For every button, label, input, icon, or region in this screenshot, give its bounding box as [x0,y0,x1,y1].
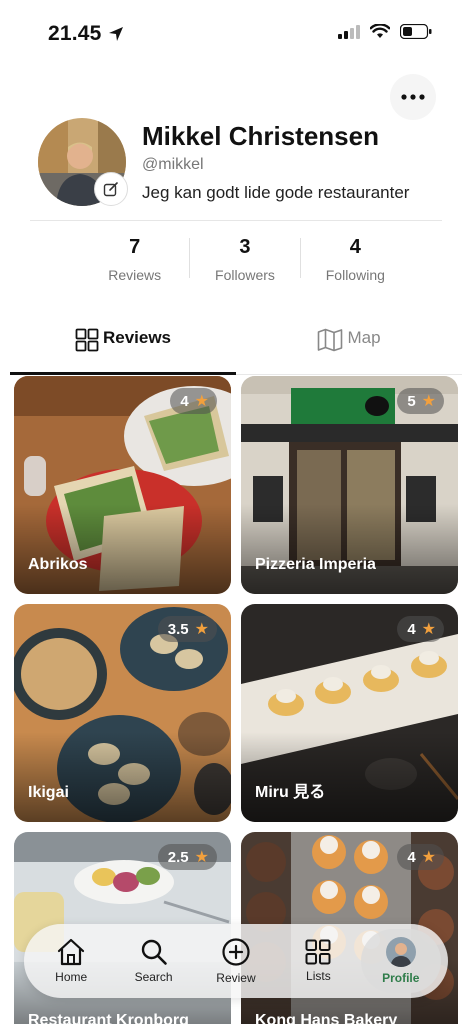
review-card-title: Abrikos [28,556,88,573]
review-card-pizzeria-imperia[interactable]: 5 ★ Pizzeria Imperia [241,376,458,594]
tabbar-home[interactable]: Home [31,929,111,993]
stat-followers-value: 3 [239,236,251,258]
header-divider [30,220,442,221]
status-time: 21.45 [48,22,124,46]
location-arrow-icon [108,27,123,41]
review-card-miru[interactable]: 4 ★ Miru 見る [241,604,458,822]
bottom-tab-bar: Home Search Review Lists Profile [24,924,448,998]
tabbar-search[interactable]: Search [114,929,194,993]
profile-bio: Jeg kan godt lide gode restauranter [142,183,410,202]
map-icon [318,328,343,352]
tabbar-lists[interactable]: Lists [278,929,358,993]
star-icon: ★ [194,393,209,410]
rating-value: 5 [407,392,416,410]
rating-badge: 4 ★ [397,616,444,642]
tabbar-profile-label: Profile [382,971,420,985]
card-shade [241,732,458,822]
home-icon [58,938,85,966]
review-card-title: Miru 見る [255,784,326,801]
status-icons [338,24,432,39]
stat-following[interactable]: 4 Following [301,236,410,286]
profile-handle: @mikkel [142,156,204,173]
grid-icon [305,939,331,965]
tabbar-review[interactable]: Review [196,929,276,993]
ellipsis-icon [401,94,425,100]
rating-value: 4 [407,620,416,638]
review-card-title: Ikigai [28,784,69,801]
more-options-button[interactable] [390,74,436,120]
tab-active-indicator [10,372,236,375]
stat-reviews-label: Reviews [108,267,162,283]
cellular-signal-icon [338,24,360,39]
profile-name: Mikkel Christensen [142,121,379,151]
star-icon: ★ [194,849,209,866]
status-bar: 21.45 [0,0,472,70]
rating-badge: 2.5 ★ [157,844,217,870]
avatar-photo [385,937,416,967]
card-shade [14,504,231,594]
stat-followers-label: Followers [215,267,275,283]
profile-tabs: Reviews Map [10,322,462,376]
tabbar-review-label: Review [216,971,256,985]
tabbar-profile[interactable]: Profile [360,929,441,993]
tabbar-lists-label: Lists [306,969,331,983]
star-icon: ★ [421,393,436,410]
rating-value: 3.5 [167,620,189,638]
profile-avatar-container [38,118,128,206]
stat-followers[interactable]: 3 Followers [190,236,299,286]
rating-badge: 4 ★ [397,844,444,870]
tabbar-search-label: Search [134,970,173,984]
status-time-text: 21.45 [48,22,102,45]
tab-map[interactable]: Map [236,322,462,376]
grid-icon [75,328,99,352]
rating-value: 2.5 [167,848,189,866]
review-card-abrikos[interactable]: 4 ★ Abrikos [14,376,231,594]
card-shade [14,732,231,822]
rating-badge: 5 ★ [397,388,444,414]
tab-map-label: Map [347,328,381,347]
rating-badge: 3.5 ★ [157,616,217,642]
edit-profile-button[interactable] [94,172,128,206]
profile-stats: 7 Reviews 3 Followers 4 Following [80,236,410,286]
rating-value: 4 [407,848,416,866]
star-icon: ★ [421,621,436,638]
stat-reviews-value: 7 [129,236,141,258]
review-card-title: Restaurant Kronborg [28,1012,189,1024]
star-icon: ★ [421,849,436,866]
rating-value: 4 [180,392,189,410]
search-icon [141,939,167,965]
tabbar-home-label: Home [55,970,88,984]
review-card-title: Pizzeria Imperia [255,556,376,573]
edit-square-icon [103,182,118,197]
review-card-ikigai[interactable]: 3.5 ★ Ikigai [14,604,231,822]
star-icon: ★ [194,621,209,638]
tabbar-avatar [385,937,416,967]
battery-icon [400,24,432,39]
wifi-icon [370,24,390,38]
stat-reviews[interactable]: 7 Reviews [80,236,189,286]
stat-following-label: Following [325,267,385,283]
review-card-title: Kong Hans Bakery [255,1012,398,1024]
stat-following-value: 4 [349,236,361,258]
plus-circle-icon [222,938,250,966]
tab-reviews[interactable]: Reviews [10,322,236,376]
card-shade [241,504,458,594]
tab-reviews-label: Reviews [102,328,172,347]
rating-badge: 4 ★ [170,388,217,414]
